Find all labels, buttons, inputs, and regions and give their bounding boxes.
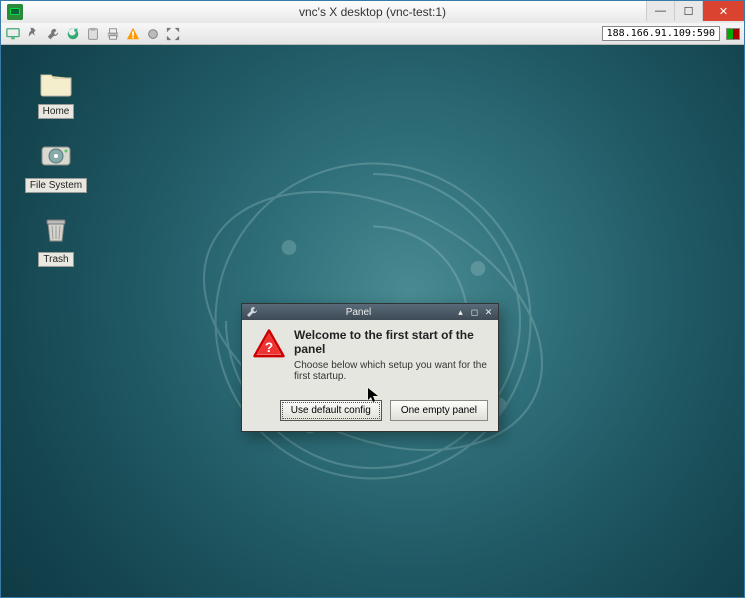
app-icon <box>7 4 23 20</box>
desktop-icon-trash[interactable]: Trash <box>21 215 91 267</box>
clipboard-icon[interactable] <box>85 26 101 42</box>
dialog-title: Panel <box>262 307 455 318</box>
one-empty-panel-button[interactable]: One empty panel <box>390 400 488 421</box>
dialog-heading: Welcome to the first start of the panel <box>294 328 488 356</box>
wrench-icon[interactable] <box>45 26 61 42</box>
question-warning-icon: ? <box>252 328 286 362</box>
dialog-close-button[interactable]: ✕ <box>483 307 494 318</box>
fullscreen-icon[interactable] <box>165 26 181 42</box>
remote-desktop[interactable]: Home File System Trash Panel ▴ ◻ ✕ <box>1 45 744 597</box>
titlebar[interactable]: vnc's X desktop (vnc-test:1) — ☐ ✕ <box>1 1 744 23</box>
window-title: vnc's X desktop (vnc-test:1) <box>1 5 744 19</box>
dialog-subtext: Choose below which setup you want for th… <box>294 360 488 382</box>
drive-icon <box>39 141 73 171</box>
minimize-button[interactable]: — <box>646 1 674 21</box>
desktop-icon-label: File System <box>25 178 87 193</box>
trash-icon <box>39 215 73 245</box>
refresh-icon[interactable] <box>65 26 81 42</box>
svg-text:?: ? <box>265 340 273 355</box>
vnc-toolbar: 188.166.91.109:590 <box>1 23 744 45</box>
desktop-icon-label: Trash <box>38 252 73 267</box>
connection-address[interactable]: 188.166.91.109:590 <box>602 26 720 41</box>
folder-icon <box>39 67 73 97</box>
maximize-button[interactable]: ☐ <box>674 1 702 21</box>
desktop-icon-filesystem[interactable]: File System <box>21 141 91 193</box>
dialog-titlebar[interactable]: Panel ▴ ◻ ✕ <box>242 304 498 320</box>
monitor-icon[interactable] <box>5 26 21 42</box>
printer-icon[interactable] <box>105 26 121 42</box>
desktop-icon-label: Home <box>38 104 75 119</box>
use-default-config-button[interactable]: Use default config <box>280 400 382 421</box>
pin-icon[interactable] <box>25 26 41 42</box>
close-button[interactable]: ✕ <box>702 1 744 21</box>
record-icon[interactable] <box>145 26 161 42</box>
panel-first-start-dialog: Panel ▴ ◻ ✕ ? Welcome to the first start… <box>241 303 499 432</box>
dialog-shade-button[interactable]: ▴ <box>455 307 466 318</box>
desktop-icon-home[interactable]: Home <box>21 67 91 119</box>
connection-status-icon <box>726 28 740 40</box>
wrench-icon <box>246 306 258 318</box>
vnc-viewer-window: vnc's X desktop (vnc-test:1) — ☐ ✕ 188.1… <box>0 0 745 598</box>
warning-icon[interactable] <box>125 26 141 42</box>
dialog-maximize-button[interactable]: ◻ <box>469 307 480 318</box>
